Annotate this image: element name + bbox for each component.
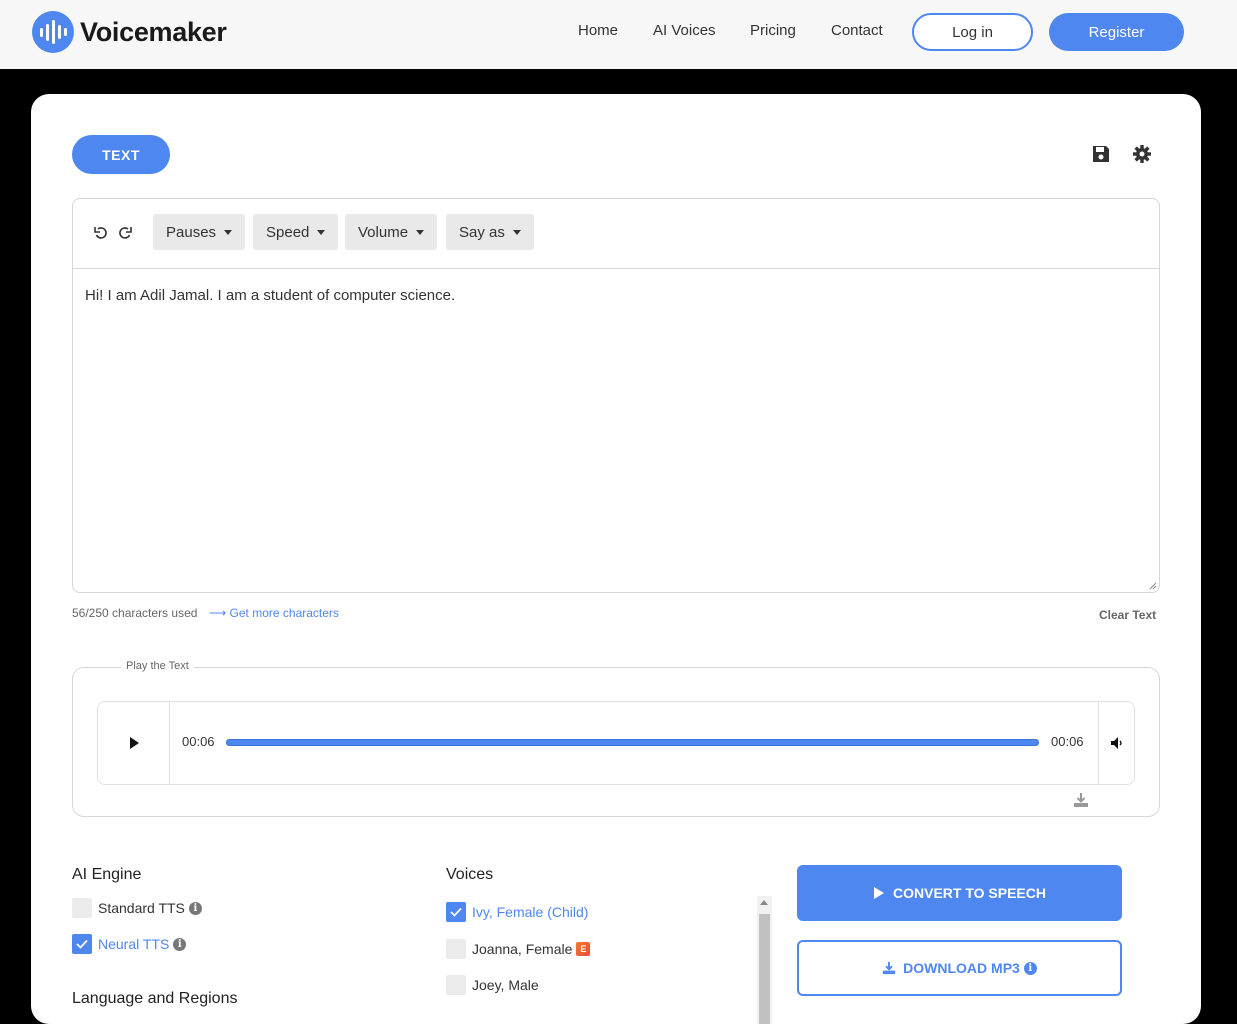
gear-icon[interactable]: [1132, 144, 1152, 164]
engine-option-neural[interactable]: Neural TTS i: [72, 934, 187, 954]
info-icon[interactable]: i: [173, 937, 187, 951]
clear-text-button[interactable]: Clear Text: [1099, 608, 1156, 622]
voice-label: Joey, Male: [472, 977, 539, 993]
button-label: DOWNLOAD MP3: [903, 960, 1020, 976]
text-editor: Pauses Speed Volume Say as Hi! I am Adil…: [72, 198, 1160, 593]
brand-name: Voicemaker: [80, 16, 227, 47]
engine-option-label: Neural TTS: [98, 936, 170, 952]
scroll-thumb[interactable]: [759, 914, 770, 1024]
current-time: 00:06: [182, 734, 215, 749]
editor-toolbar: Pauses Speed Volume Say as: [73, 199, 1159, 269]
undo-icon[interactable]: [93, 225, 109, 241]
progress-bar[interactable]: [226, 739, 1039, 746]
voice-item-ivy[interactable]: Ivy, Female (Child): [446, 902, 588, 922]
volume-button[interactable]: [1098, 702, 1134, 784]
voice-label: Ivy, Female (Child): [472, 904, 589, 920]
volume-icon: [1110, 737, 1122, 749]
info-icon[interactable]: i: [1023, 961, 1037, 975]
dropdown-label: Say as: [459, 223, 505, 241]
nav-link-ai-voices[interactable]: AI Voices: [653, 22, 716, 39]
redo-icon[interactable]: [117, 225, 133, 241]
engine-option-label: Standard TTS: [98, 900, 185, 916]
say-as-dropdown[interactable]: Say as: [446, 214, 534, 250]
character-counter: 56/250 characters used: [72, 606, 198, 620]
pauses-dropdown[interactable]: Pauses: [153, 214, 246, 250]
nav-link-home[interactable]: Home: [578, 22, 618, 39]
register-button[interactable]: Register: [1049, 13, 1184, 51]
download-icon[interactable]: [1073, 792, 1089, 808]
language-regions-title: Language and Regions: [72, 990, 238, 1007]
voice-label: Joanna, Female: [472, 941, 573, 957]
speed-dropdown[interactable]: Speed: [253, 214, 339, 250]
voices-scrollbar[interactable]: [757, 896, 772, 1024]
caret-down-icon: [317, 229, 326, 235]
engine-option-standard[interactable]: Standard TTS i: [72, 898, 202, 918]
scroll-up-icon[interactable]: [760, 900, 768, 905]
get-more-characters-link[interactable]: ⟶ Get more characters: [209, 606, 339, 620]
dropdown-label: Pauses: [166, 223, 217, 241]
checkbox-checked[interactable]: [72, 934, 92, 954]
nav-link-pricing[interactable]: Pricing: [750, 22, 796, 39]
button-label: CONVERT TO SPEECH: [893, 885, 1046, 901]
play-icon: [874, 887, 884, 899]
brand-logo[interactable]: Voicemaker: [32, 11, 227, 53]
link-label: Get more characters: [229, 606, 339, 620]
text-input[interactable]: Hi! I am Adil Jamal. I am a student of c…: [85, 287, 455, 304]
play-text-section: Play the Text 00:06 00:06: [72, 660, 1160, 817]
check-icon: [76, 939, 88, 949]
top-navbar: Voicemaker Home AI Voices Pricing Contac…: [0, 0, 1237, 69]
checkbox[interactable]: [446, 939, 466, 959]
save-icon[interactable]: [1091, 144, 1111, 164]
caret-down-icon: [416, 229, 425, 235]
premium-badge: E: [576, 942, 591, 956]
tab-text[interactable]: TEXT: [72, 135, 170, 174]
dropdown-label: Speed: [266, 223, 310, 241]
voice-item-joanna[interactable]: Joanna, Female E: [446, 939, 591, 959]
checkbox[interactable]: [72, 898, 92, 918]
waveform-icon: [32, 11, 74, 53]
audio-player: 00:06 00:06: [97, 701, 1135, 785]
play-icon: [129, 737, 139, 749]
convert-to-speech-button[interactable]: CONVERT TO SPEECH: [797, 865, 1122, 921]
caret-down-icon: [512, 229, 521, 235]
total-time: 00:06: [1051, 734, 1084, 749]
checkbox-checked[interactable]: [446, 902, 466, 922]
play-button[interactable]: [98, 702, 170, 784]
voice-item-joey[interactable]: Joey, Male: [446, 975, 539, 995]
download-icon: [883, 961, 896, 975]
info-icon[interactable]: i: [188, 901, 202, 915]
download-mp3-button[interactable]: DOWNLOAD MP3 i: [797, 940, 1122, 996]
caret-down-icon: [224, 229, 233, 235]
login-button[interactable]: Log in: [912, 13, 1033, 51]
voices-title: Voices: [446, 866, 494, 883]
dropdown-label: Volume: [358, 223, 409, 241]
nav-link-contact[interactable]: Contact: [831, 22, 883, 39]
tts-card: TEXT Pauses Speed Volume Say as Hi! I am…: [31, 94, 1201, 1024]
checkbox[interactable]: [446, 975, 466, 995]
ai-engine-title: AI Engine: [72, 866, 142, 883]
play-section-legend: Play the Text: [121, 660, 194, 672]
arrow-right-icon: ⟶: [209, 606, 230, 620]
resize-handle-icon[interactable]: [1147, 580, 1157, 590]
check-icon: [450, 907, 462, 917]
volume-dropdown[interactable]: Volume: [345, 214, 438, 250]
